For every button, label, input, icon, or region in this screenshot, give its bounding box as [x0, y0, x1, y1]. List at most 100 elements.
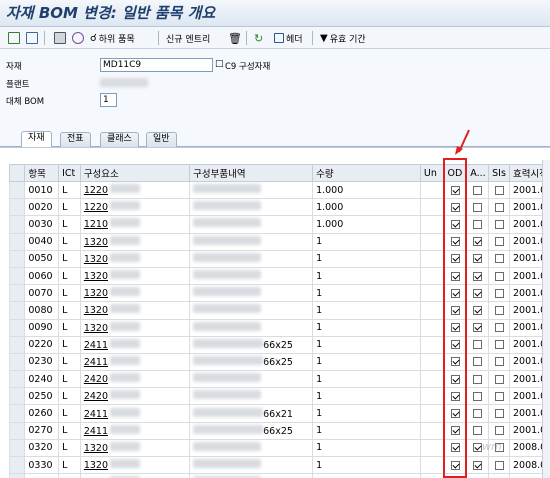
- cell-item[interactable]: 0030: [24, 215, 60, 234]
- sis-checkbox[interactable]: [494, 219, 504, 229]
- a-checkbox[interactable]: [473, 185, 483, 195]
- cell-unit[interactable]: [419, 370, 445, 389]
- a-checkbox[interactable]: [473, 254, 483, 264]
- cell-quantity[interactable]: 1: [312, 370, 421, 389]
- cell-item[interactable]: 0240: [24, 370, 60, 389]
- cell-unit[interactable]: [419, 215, 445, 234]
- cell-od[interactable]: [443, 352, 468, 372]
- cell-ict[interactable]: L: [58, 232, 81, 251]
- cell-description[interactable]: [189, 473, 314, 478]
- od-checkbox[interactable]: [450, 323, 460, 333]
- cell-unit[interactable]: [419, 438, 445, 458]
- new-entry-button[interactable]: 신규 엔트리: [166, 30, 210, 46]
- cell-sis[interactable]: [488, 284, 510, 303]
- cell-unit[interactable]: [419, 335, 445, 354]
- tab-material[interactable]: 자재: [21, 131, 52, 147]
- cell-quantity[interactable]: 1: [312, 473, 421, 478]
- table-row[interactable]: 0010 L 1220 1.000 2001.0: [8, 180, 550, 200]
- row-selector[interactable]: [8, 232, 26, 251]
- row-selector[interactable]: [8, 318, 26, 337]
- cell-description[interactable]: [189, 232, 314, 251]
- od-checkbox[interactable]: [450, 443, 460, 453]
- cell-component[interactable]: 1320: [79, 301, 191, 320]
- row-selector[interactable]: [8, 249, 26, 268]
- cell-component[interactable]: 1320: [79, 455, 191, 475]
- row-selector[interactable]: [8, 404, 26, 423]
- col-description[interactable]: 구성부품내역: [189, 164, 314, 182]
- cell-item[interactable]: 0320: [24, 438, 60, 458]
- cell-ict[interactable]: L: [58, 370, 81, 389]
- cell-unit[interactable]: [419, 473, 445, 478]
- row-selector[interactable]: [8, 455, 26, 475]
- cell-component[interactable]: 2420: [79, 387, 191, 406]
- cell-description[interactable]: [189, 180, 314, 200]
- cell-a[interactable]: [466, 455, 490, 475]
- cell-description[interactable]: 66x25: [189, 335, 314, 354]
- cell-sis[interactable]: [488, 318, 510, 337]
- table-row[interactable]: 0270 L 2411 66x25 1 2001.0: [8, 421, 550, 440]
- cell-quantity[interactable]: 1.000: [312, 180, 421, 200]
- cell-unit[interactable]: [419, 249, 445, 268]
- cell-od[interactable]: [443, 473, 468, 478]
- od-checkbox[interactable]: [450, 460, 460, 470]
- cell-unit[interactable]: [419, 232, 445, 251]
- cell-component[interactable]: 1220: [79, 198, 191, 217]
- cell-description[interactable]: [189, 455, 314, 475]
- cell-sis[interactable]: [488, 335, 510, 354]
- row-selector[interactable]: [8, 387, 26, 406]
- cell-quantity[interactable]: 1: [312, 249, 421, 268]
- cell-sis[interactable]: [488, 232, 510, 251]
- cell-unit[interactable]: [419, 266, 445, 286]
- cell-description[interactable]: [189, 249, 314, 268]
- cell-item[interactable]: 0050: [24, 249, 60, 268]
- cell-ict[interactable]: L: [58, 249, 81, 268]
- cell-ict[interactable]: L: [58, 404, 81, 423]
- cell-ict[interactable]: L: [58, 215, 81, 234]
- doc-button-1[interactable]: [8, 30, 20, 46]
- od-checkbox[interactable]: [450, 409, 460, 419]
- print-button[interactable]: [54, 30, 66, 46]
- cell-unit[interactable]: [419, 301, 445, 320]
- cell-description[interactable]: [189, 215, 314, 234]
- cell-a[interactable]: [466, 266, 490, 286]
- od-checkbox[interactable]: [450, 305, 460, 315]
- od-checkbox[interactable]: [450, 374, 460, 384]
- od-checkbox[interactable]: [450, 357, 460, 367]
- cell-ict[interactable]: L: [58, 301, 81, 320]
- cell-description[interactable]: [189, 284, 314, 303]
- header-button[interactable]: 헤더: [274, 30, 303, 46]
- cell-od[interactable]: [443, 455, 468, 475]
- row-selector[interactable]: [8, 301, 26, 320]
- tab-class[interactable]: 클래스: [100, 132, 139, 147]
- table-row[interactable]: 0220 L 2411 66x25 1 2001.0: [8, 335, 550, 354]
- a-checkbox[interactable]: [473, 202, 483, 212]
- sis-checkbox[interactable]: [494, 374, 504, 384]
- cell-od[interactable]: [443, 370, 468, 389]
- cell-quantity[interactable]: 1: [312, 232, 421, 251]
- tab-document[interactable]: 전표: [60, 132, 91, 147]
- cell-item[interactable]: 0020: [24, 198, 60, 217]
- cell-sis[interactable]: [488, 249, 510, 268]
- sis-checkbox[interactable]: [494, 254, 504, 264]
- od-checkbox[interactable]: [450, 219, 460, 229]
- table-row[interactable]: 0050 L 1320 1 2001.0: [8, 249, 550, 268]
- cell-component[interactable]: 2411: [79, 352, 191, 372]
- cell-ict[interactable]: L: [58, 335, 81, 354]
- cell-description[interactable]: [189, 438, 314, 458]
- cell-sis[interactable]: [488, 198, 510, 217]
- sis-checkbox[interactable]: [494, 237, 504, 247]
- cell-a[interactable]: [466, 301, 490, 320]
- cell-unit[interactable]: [419, 421, 445, 440]
- a-checkbox[interactable]: [473, 391, 483, 401]
- table-row[interactable]: 0060 L 1320 1 2001.0: [8, 266, 550, 286]
- cell-item[interactable]: 0250: [24, 387, 60, 406]
- cell-component[interactable]: 1320: [79, 318, 191, 337]
- cell-od[interactable]: [443, 301, 468, 320]
- cell-a[interactable]: [466, 180, 490, 200]
- cell-sis[interactable]: [488, 180, 510, 200]
- sis-checkbox[interactable]: [494, 185, 504, 195]
- cell-a[interactable]: [466, 387, 490, 406]
- a-checkbox[interactable]: [473, 374, 483, 384]
- a-checkbox[interactable]: [473, 460, 483, 470]
- table-row[interactable]: 0020 L 1220 1.000 2001.0: [8, 198, 550, 217]
